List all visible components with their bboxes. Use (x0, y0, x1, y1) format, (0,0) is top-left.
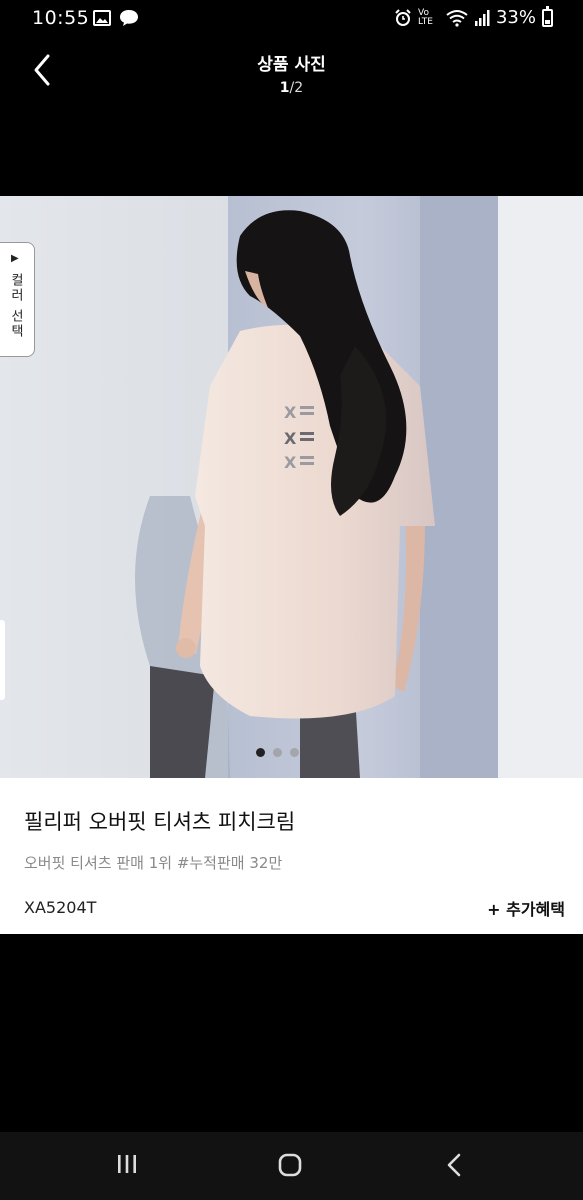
pagination-dot[interactable] (290, 748, 299, 757)
pagination-dot[interactable] (273, 748, 282, 757)
product-code: XA5204T (24, 898, 97, 917)
alarm-icon (395, 8, 411, 26)
status-time: 10:55 (32, 7, 90, 29)
chat-bubble-icon (120, 10, 138, 26)
recent-apps-icon (118, 1155, 136, 1173)
image-pagination-dots (256, 748, 299, 757)
print-letter-2: X (284, 429, 297, 448)
image-counter: 1/2 (0, 80, 583, 96)
print-letter-3: X (284, 453, 297, 472)
wifi-icon (446, 9, 468, 27)
photo-illustration: X X X (0, 196, 583, 778)
pagination-dot[interactable] (256, 748, 265, 757)
notification-icons (93, 9, 139, 27)
signal-icon (474, 9, 490, 26)
counter-total: 2 (294, 80, 304, 96)
print-letter-1: X (284, 403, 297, 422)
color-select-tab[interactable]: ▶ 컬러 선택 (0, 242, 35, 357)
counter-current: 1 (279, 80, 290, 96)
status-right: Vo LTE 33% (394, 5, 553, 28)
recent-apps-button[interactable] (115, 1152, 139, 1180)
volte-label: Vo LTE (417, 7, 433, 27)
product-photo[interactable]: X X X (0, 196, 583, 778)
page-title: 상품 사진 (257, 55, 326, 75)
system-nav-bar (0, 1132, 583, 1200)
nav-back-button[interactable] (443, 1152, 467, 1182)
additional-benefits-button[interactable]: + 추가혜택 (487, 896, 565, 920)
product-info-card: 필리퍼 오버핏 티셔츠 피치크림 오버핏 티셔츠 판매 1위 #누적판매 32만… (0, 778, 583, 934)
expand-arrow-icon: ▶ (11, 253, 19, 264)
home-button[interactable] (277, 1152, 303, 1182)
gallery-icon (93, 10, 111, 26)
back-arrow-icon (447, 1153, 461, 1177)
product-subtitle: 오버핏 티셔츠 판매 1위 #누적판매 32만 (24, 854, 283, 872)
side-handle[interactable] (0, 620, 5, 700)
home-icon (278, 1153, 302, 1177)
battery-percent: 33% (495, 7, 536, 28)
status-bar: 10:55 Vo LTE 33% (0, 0, 583, 36)
header: 상품 사진 1/2 (0, 36, 583, 116)
product-name: 필리퍼 오버핏 티셔츠 피치크림 (24, 810, 296, 834)
color-select-label: 컬러 선택 (8, 273, 23, 340)
battery-icon (542, 5, 553, 27)
